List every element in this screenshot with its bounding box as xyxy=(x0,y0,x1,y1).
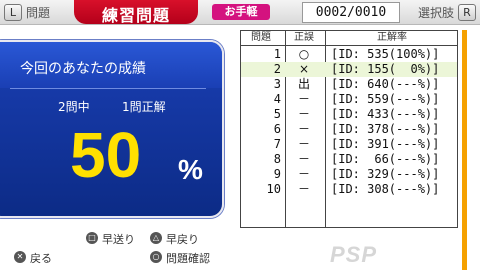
triangle-button-icon: △ xyxy=(150,232,162,244)
table-row[interactable]: 7 － [ID: 391(---%)] xyxy=(241,137,457,152)
row-mark: － xyxy=(297,167,310,181)
row-number: 2 xyxy=(273,62,281,76)
results-table: 問題 正誤 正解率 1 ○ [ID: 535(100%)] 2 × [ID: 1… xyxy=(240,30,458,228)
percent-sign: % xyxy=(178,154,203,185)
row-rate: [ID: 155( 0%)] xyxy=(331,62,440,76)
score-card-header: 今回のあなたの成績 xyxy=(0,42,222,88)
row-rate: [ID: 378(---%)] xyxy=(331,122,440,136)
table-row[interactable]: 6 － [ID: 378(---%)] xyxy=(241,122,457,137)
row-number: 4 xyxy=(273,92,281,106)
row-mark: － xyxy=(297,92,310,106)
table-row[interactable]: 10 － [ID: 308(---%)] xyxy=(241,182,457,197)
row-number: 7 xyxy=(273,137,281,151)
row-number: 8 xyxy=(273,152,281,166)
score-percent: 50 xyxy=(70,119,142,191)
row-mark: ○ xyxy=(298,47,310,61)
question-check-label: 問題確認 xyxy=(166,252,210,265)
page-title: 練習問題 xyxy=(101,6,170,25)
psp-logo: PSP xyxy=(330,242,378,267)
row-rate: [ID: 391(---%)] xyxy=(331,137,440,151)
table-row[interactable]: 9 － [ID: 329(---%)] xyxy=(241,167,457,182)
row-number: 9 xyxy=(273,167,281,181)
question-count: 2問中 xyxy=(58,100,90,114)
question-tab-label[interactable]: 問題 xyxy=(26,4,50,21)
score-card: 今回のあなたの成績 2問中 1問正解 50 % xyxy=(0,40,224,218)
row-mark: － xyxy=(297,137,310,151)
row-number: 5 xyxy=(273,107,281,121)
fast-forward-label: 早送り xyxy=(102,233,135,246)
row-rate: [ID: 433(---%)] xyxy=(331,107,440,121)
l-button-icon[interactable]: L xyxy=(4,4,22,21)
row-rate: [ID: 308(---%)] xyxy=(331,182,440,196)
score-divider xyxy=(10,88,206,89)
table-row[interactable]: 4 － [ID: 559(---%)] xyxy=(241,92,457,107)
question-counter: 0002/0010 xyxy=(302,2,400,23)
square-button-icon: □ xyxy=(86,232,98,244)
r-button-icon[interactable]: R xyxy=(458,4,476,21)
row-mark: － xyxy=(297,107,310,121)
choices-tab-label[interactable]: 選択肢 xyxy=(418,4,454,21)
row-number: 6 xyxy=(273,122,281,136)
row-number: 1 xyxy=(273,47,281,61)
row-rate: [ID: 66(---%)] xyxy=(331,152,440,166)
row-mark: － xyxy=(297,182,310,196)
header-result: 正誤 xyxy=(294,32,314,43)
header-question: 問題 xyxy=(251,32,271,43)
cross-button-icon: ✕ xyxy=(14,251,26,263)
table-row[interactable]: 2 × [ID: 155( 0%)] xyxy=(241,62,457,77)
row-mark: － xyxy=(297,122,310,136)
top-bar: L 問題 練習問題 お手軽 0002/0010 選択肢 R xyxy=(0,0,480,25)
row-rate: [ID: 640(---%)] xyxy=(331,77,440,91)
rewind-label: 早戻り xyxy=(166,233,199,246)
title-plate: 練習問題 xyxy=(74,0,198,25)
row-rate: [ID: 329(---%)] xyxy=(331,167,440,181)
header-divider xyxy=(241,45,457,46)
table-row[interactable]: 5 － [ID: 433(---%)] xyxy=(241,107,457,122)
table-row[interactable]: 8 － [ID: 66(---%)] xyxy=(241,152,457,167)
back-label: 戻る xyxy=(30,252,52,265)
row-rate: [ID: 559(---%)] xyxy=(331,92,440,106)
row-mark: 出 xyxy=(297,77,310,91)
table-row[interactable]: 1 ○ [ID: 535(100%)] xyxy=(241,47,457,62)
row-mark: × xyxy=(298,62,310,76)
mode-badge: お手軽 xyxy=(212,4,270,20)
row-rate: [ID: 535(100%)] xyxy=(331,47,440,61)
row-number: 10 xyxy=(266,182,281,196)
circle-button-icon: ○ xyxy=(150,251,162,263)
table-row[interactable]: 3 出 [ID: 640(---%)] xyxy=(241,77,457,92)
correct-count: 1問正解 xyxy=(122,100,166,114)
header-rate: 正解率 xyxy=(377,32,407,43)
scrollbar-thumb[interactable] xyxy=(462,30,467,270)
row-number: 3 xyxy=(273,77,281,91)
score-card-title: 今回のあなたの成績 xyxy=(20,61,146,77)
row-mark: － xyxy=(297,152,310,166)
